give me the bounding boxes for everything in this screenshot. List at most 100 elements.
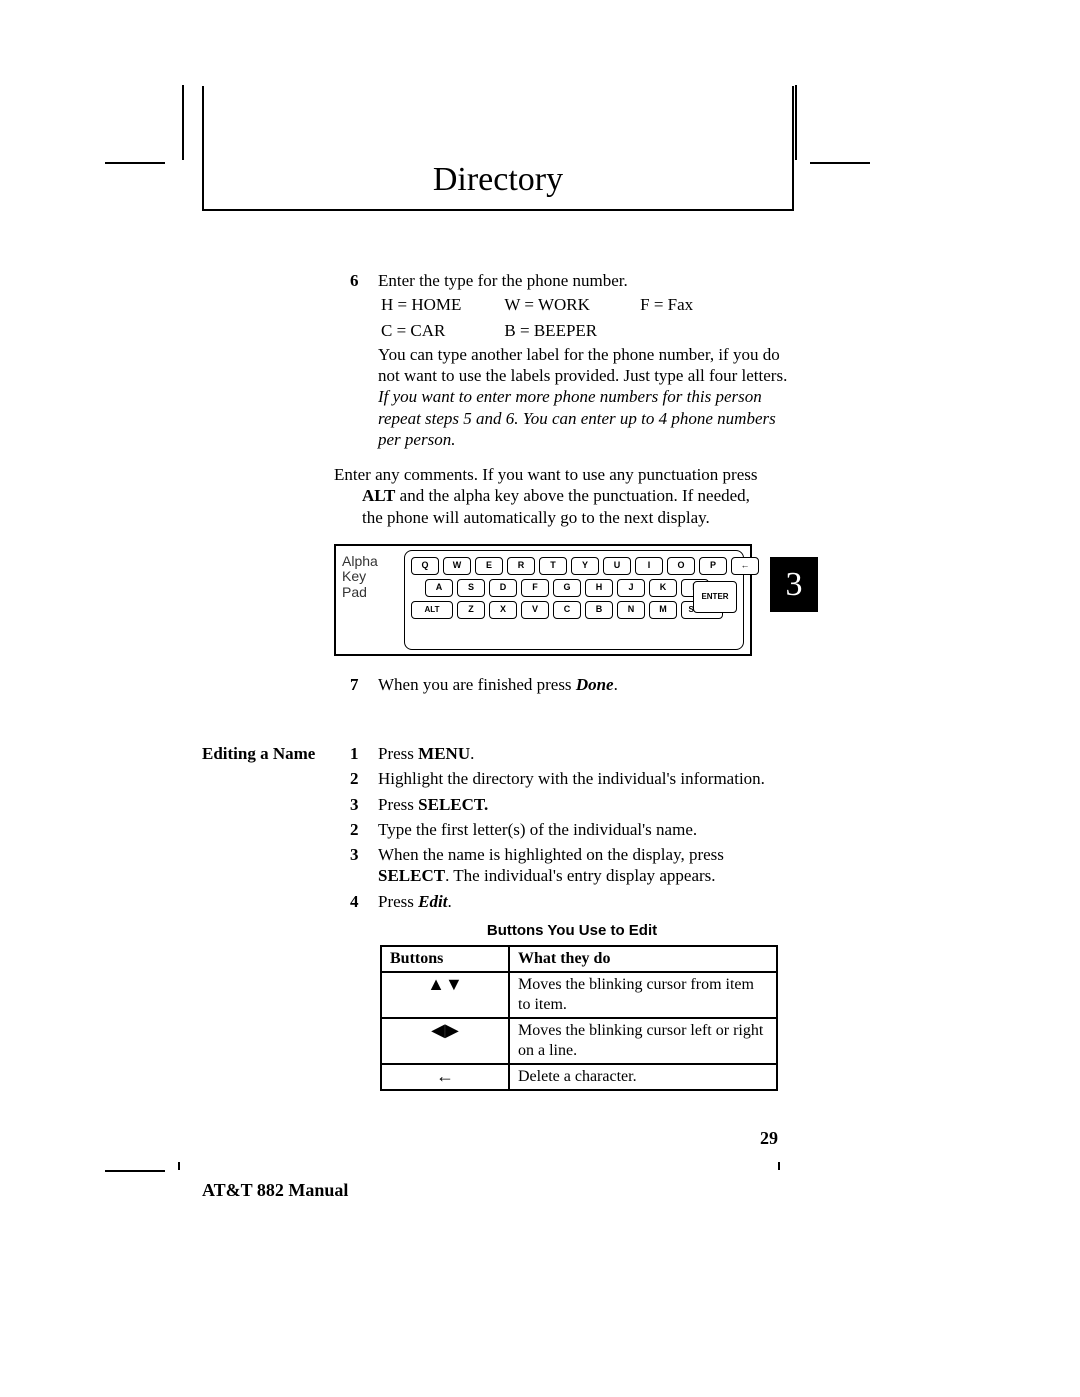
step-text: Enter the type for the phone number. H =… [378,270,788,450]
note-italic: If you want to enter more phone numbers … [378,387,776,449]
step-text: Type the first letter(s) of the individu… [378,819,788,840]
key: A [425,579,453,597]
col-what: What they do [509,946,777,972]
cell-text: Moves the blinking cursor left or right … [509,1018,777,1064]
step-text: Press Edit. [378,891,788,912]
table-row: ← Delete a character. [381,1064,777,1090]
text: You can type another label for the phone… [378,345,787,385]
text: Enter the type for the phone number. [378,271,628,290]
text: Press [378,795,418,814]
keypad-label: Alpha Key Pad [342,554,378,600]
comments-paragraph: Enter any comments. If you want to use a… [334,464,774,528]
crop-mark [810,162,870,164]
code: W = WORK [503,293,637,316]
step-number: 3 [350,844,378,887]
crop-mark [178,1162,180,1170]
key: I [635,557,663,575]
key: O [667,557,695,575]
text: When the name is highlighted on the disp… [378,845,724,864]
key-row-3: ALT Z X V C B N M SPACE [411,601,737,619]
crop-mark [182,85,184,160]
step-text: Press MENU. [378,743,788,764]
text: Press [378,892,418,911]
key: N [617,601,645,619]
crop-mark [105,162,165,164]
edit-step: 4 Press Edit. [350,891,794,912]
text: Pad [342,584,367,600]
menu-label: MENU [418,744,470,763]
step-text: Press SELECT. [378,794,788,815]
step-number: 2 [350,819,378,840]
select-label: SELECT [378,866,445,885]
step-text: Highlight the directory with the individ… [378,768,788,789]
edit-step: 2 Highlight the directory with the indiv… [350,768,794,789]
text: Enter any comments. If you want to use a… [334,465,757,484]
col-buttons: Buttons [381,946,509,972]
key: D [489,579,517,597]
edit-buttons-table: Buttons What they do ▲▼ Moves the blinki… [380,945,778,1091]
key: K [649,579,677,597]
footer: AT&T 882 Manual [202,1180,348,1201]
key: S [457,579,485,597]
edit-step: 3 Press SELECT. [350,794,794,815]
key: H [585,579,613,597]
enter-key: ENTER [693,581,737,613]
left-right-arrow-icon: ◀▶ [381,1018,509,1064]
key: B [585,601,613,619]
step-7: 7 When you are finished press Done. [350,674,794,695]
backspace-arrow-icon: ← [381,1064,509,1090]
key: Y [571,557,599,575]
text: Key [342,568,366,584]
text: . The individual's entry display appears… [445,866,715,885]
edit-step: 2 Type the first letter(s) of the indivi… [350,819,794,840]
key-row-2: A S D F G H J K L [425,579,737,597]
table-header-row: Buttons What they do [381,946,777,972]
page-title-frame: Directory [202,86,794,211]
text: and the alpha key above the punctuation.… [362,486,750,526]
key-row-1: Q W E R T Y U I O P ← [411,557,737,575]
type-codes: H = HOME W = WORK F = Fax C = CAR B = BE… [378,291,735,344]
key: Z [457,601,485,619]
page-title: Directory [204,161,792,199]
body: 6 Enter the type for the phone number. H… [202,270,794,1091]
keypad: Q W E R T Y U I O P ← A S D F G [404,550,744,650]
editing-a-name-section: Editing a Name 1 Press MENU. 2 Highlight… [202,743,794,1091]
edit-step: 1 Press MENU. [350,743,794,764]
backspace-key: ← [731,557,759,575]
cell-text: Delete a character. [509,1064,777,1090]
key: P [699,557,727,575]
key: R [507,557,535,575]
done-label: Done [576,675,614,694]
step-number: 4 [350,891,378,912]
section-heading: Editing a Name [202,743,350,1091]
key: C [553,601,581,619]
text: . [447,892,451,911]
page-number: 29 [760,1128,778,1149]
edit-step: 3 When the name is highlighted on the di… [350,844,794,887]
key: V [521,601,549,619]
section-steps: 1 Press MENU. 2 Highlight the directory … [350,743,794,1091]
step-number: 1 [350,743,378,764]
text: When you are finished press [378,675,576,694]
key: Q [411,557,439,575]
code: F = Fax [639,293,733,316]
text: . [614,675,618,694]
table-row: ◀▶ Moves the blinking cursor left or rig… [381,1018,777,1064]
key: W [443,557,471,575]
step-number: 3 [350,794,378,815]
code: B = BEEPER [503,319,637,342]
text: Press [378,744,418,763]
step-text: When the name is highlighted on the disp… [378,844,788,887]
code: C = CAR [380,319,501,342]
cell-text: Moves the blinking cursor from item to i… [509,972,777,1018]
key: M [649,601,677,619]
code: H = HOME [380,293,501,316]
step-number: 7 [350,674,378,695]
up-down-arrow-icon: ▲▼ [381,972,509,1018]
edit-table-title: Buttons You Use to Edit [350,922,794,941]
key: F [521,579,549,597]
text: . [470,744,474,763]
key: X [489,601,517,619]
key: G [553,579,581,597]
key: T [539,557,567,575]
